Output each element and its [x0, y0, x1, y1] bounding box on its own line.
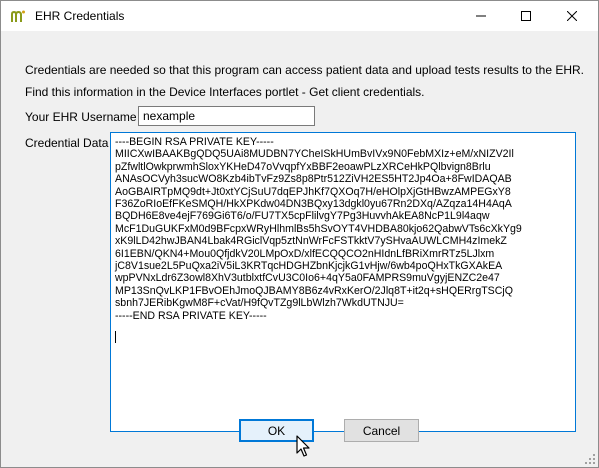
username-input[interactable] — [138, 106, 315, 126]
title-bar[interactable]: EHR Credentials — [1, 1, 598, 31]
window-title: EHR Credentials — [35, 9, 125, 23]
credential-text: ----BEGIN RSA PRIVATE KEY----- MIICXwIBA… — [115, 136, 522, 322]
minimize-button[interactable] — [458, 1, 503, 31]
resize-grip-icon[interactable] — [584, 453, 596, 465]
info-text: Credentials are needed so that this prog… — [25, 63, 584, 77]
maximize-button[interactable] — [503, 1, 548, 31]
close-button[interactable] — [549, 1, 594, 31]
credential-textarea[interactable]: ----BEGIN RSA PRIVATE KEY----- MIICXwIBA… — [110, 132, 576, 432]
text-caret — [115, 331, 116, 343]
username-label: Your EHR Username — [25, 110, 137, 124]
app-logo-icon — [11, 10, 25, 22]
dialog-content: Credentials are needed so that this prog… — [1, 31, 598, 467]
mouse-pointer-icon — [296, 435, 310, 457]
dialog-window: EHR Credentials Credentials are needed s… — [0, 0, 599, 468]
maximize-icon — [520, 11, 531, 21]
instructions-text: Find this information in the Device Inte… — [25, 85, 425, 99]
cancel-button[interactable]: Cancel — [344, 419, 419, 442]
close-icon — [566, 11, 577, 21]
minimize-icon — [475, 15, 486, 17]
credential-label: Credential Data — [25, 136, 109, 150]
